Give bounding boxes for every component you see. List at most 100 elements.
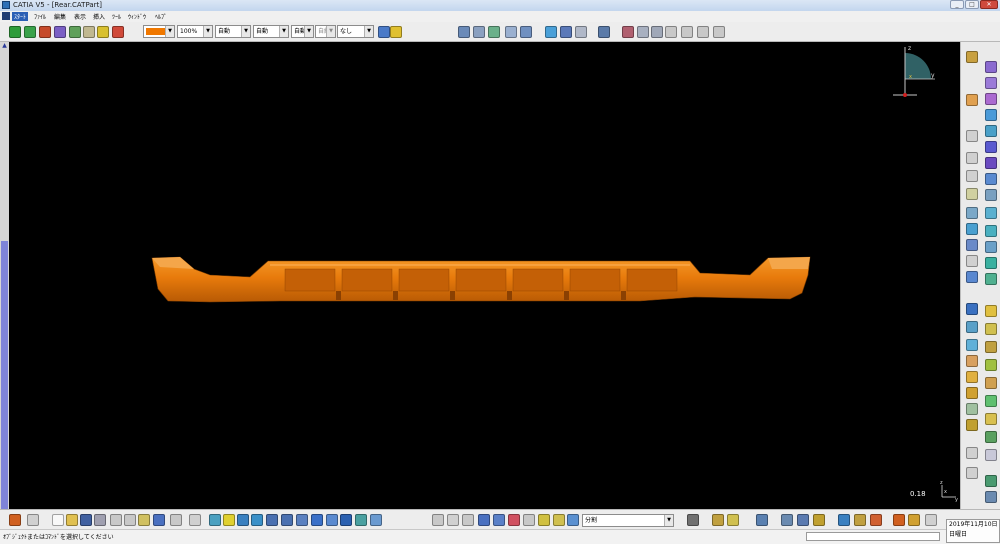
- grid-icon[interactable]: [966, 447, 978, 459]
- undo-icon[interactable]: [153, 514, 165, 526]
- menu-help[interactable]: ﾍﾙﾌﾟ: [155, 12, 167, 21]
- fillet-icon[interactable]: [985, 207, 997, 219]
- analysis-icon[interactable]: [575, 26, 587, 38]
- sketcher-icon[interactable]: [9, 514, 21, 526]
- pattern-icon[interactable]: [985, 413, 997, 425]
- grid-tool-icon[interactable]: [478, 514, 490, 526]
- rear-diffuser-part[interactable]: [150, 255, 812, 310]
- extrude-icon[interactable]: [966, 207, 978, 219]
- zoom-out-icon[interactable]: [281, 514, 293, 526]
- line-icon[interactable]: [966, 170, 978, 182]
- menu-tools[interactable]: ﾂｰﾙ: [112, 12, 121, 21]
- shell-icon[interactable]: [985, 257, 997, 269]
- vertical-scrollbar[interactable]: ▲: [0, 42, 9, 509]
- minimize-button[interactable]: _: [950, 0, 964, 9]
- catalog-icon[interactable]: [622, 26, 634, 38]
- scrollbar-thumb[interactable]: [1, 241, 8, 509]
- move-icon[interactable]: [9, 26, 21, 38]
- plane-tool-icon[interactable]: [966, 188, 978, 200]
- rib-icon[interactable]: [985, 141, 997, 153]
- revolve-icon[interactable]: [966, 223, 978, 235]
- point-symbol-dropdown[interactable]: 自動 ▼: [291, 25, 314, 38]
- swap-visible-icon[interactable]: [370, 514, 382, 526]
- publish-icon[interactable]: [985, 491, 997, 503]
- blend-icon[interactable]: [966, 303, 978, 315]
- tool-palette-icon[interactable]: [687, 514, 699, 526]
- report-icon[interactable]: [756, 514, 768, 526]
- document-icon[interactable]: [2, 12, 10, 20]
- layout-icon[interactable]: [493, 514, 505, 526]
- boolean-icon[interactable]: [966, 419, 978, 431]
- pad-icon[interactable]: [985, 61, 997, 73]
- maximize-button[interactable]: □: [965, 0, 979, 9]
- wrench-icon[interactable]: [908, 514, 920, 526]
- material-icon[interactable]: [567, 514, 579, 526]
- scroll-up-icon[interactable]: ▲: [1, 42, 8, 50]
- trim-icon[interactable]: [985, 341, 997, 353]
- pan-icon[interactable]: [24, 26, 36, 38]
- star-icon[interactable]: [538, 514, 550, 526]
- rule-icon[interactable]: [713, 26, 725, 38]
- sketcher-alt-icon[interactable]: [870, 514, 882, 526]
- draft-icon[interactable]: [985, 241, 997, 253]
- translate-icon[interactable]: [966, 371, 978, 383]
- menu-edit[interactable]: 編集: [54, 12, 66, 21]
- axis-system-icon[interactable]: [27, 514, 39, 526]
- graph-icon[interactable]: [560, 26, 572, 38]
- assemble-icon[interactable]: [985, 431, 997, 443]
- insert-icon[interactable]: [727, 514, 739, 526]
- chamfer-icon[interactable]: [985, 225, 997, 237]
- paste-icon[interactable]: [138, 514, 150, 526]
- menu-file[interactable]: ﾌｧｲﾙ: [34, 12, 46, 21]
- constraint-icon[interactable]: [432, 514, 444, 526]
- measure-icon[interactable]: [83, 26, 95, 38]
- command-input[interactable]: [806, 532, 940, 541]
- thickness-icon[interactable]: [985, 273, 997, 285]
- menu-view[interactable]: 表示: [74, 12, 86, 21]
- loft-icon[interactable]: [985, 189, 997, 201]
- menu-window[interactable]: ｳｨﾝﾄﾞｳ: [128, 12, 146, 21]
- zoom-in-icon[interactable]: [266, 514, 278, 526]
- snap-icon[interactable]: [966, 467, 978, 479]
- knowledge-icon[interactable]: [651, 26, 663, 38]
- measure-item-icon[interactable]: [797, 514, 809, 526]
- shaft-icon[interactable]: [985, 93, 997, 105]
- iso-view-icon[interactable]: [326, 514, 338, 526]
- symmetry-icon[interactable]: [966, 387, 978, 399]
- save-icon[interactable]: [80, 514, 92, 526]
- line-type-dropdown[interactable]: 自動 ▼: [253, 25, 289, 38]
- scan-icon[interactable]: [598, 26, 610, 38]
- rotate-view-icon[interactable]: [251, 514, 263, 526]
- new-file-icon[interactable]: [52, 514, 64, 526]
- color-dropdown[interactable]: ▼: [143, 25, 175, 38]
- hide-show-icon[interactable]: [355, 514, 367, 526]
- redo-icon[interactable]: [170, 514, 182, 526]
- apply-material-icon[interactable]: [985, 475, 997, 487]
- cursor-icon[interactable]: [966, 94, 978, 106]
- axis-icon[interactable]: [473, 26, 485, 38]
- surface-icon[interactable]: [488, 26, 500, 38]
- affinity-icon[interactable]: [966, 403, 978, 415]
- copy-icon[interactable]: [124, 514, 136, 526]
- formula-icon[interactable]: [665, 26, 677, 38]
- repair-icon[interactable]: [112, 26, 124, 38]
- groove-icon[interactable]: [985, 109, 997, 121]
- part-design-icon[interactable]: [966, 51, 978, 63]
- painter-icon[interactable]: [378, 26, 390, 38]
- menu-insert[interactable]: 挿入: [93, 12, 105, 21]
- render-style-dropdown[interactable]: 分割 ▼: [582, 514, 674, 527]
- sketch-icon[interactable]: [54, 26, 66, 38]
- pan-view-icon[interactable]: [237, 514, 249, 526]
- highlight-icon[interactable]: [390, 26, 402, 38]
- law-icon[interactable]: [681, 26, 693, 38]
- fit-all-icon[interactable]: [223, 514, 235, 526]
- check-icon[interactable]: [697, 26, 709, 38]
- open-folder-icon[interactable]: [66, 514, 78, 526]
- catalog-browser-icon[interactable]: [712, 514, 724, 526]
- compass-icon[interactable]: z y x: [891, 43, 941, 101]
- offset-icon[interactable]: [966, 321, 978, 333]
- layer-label-dropdown[interactable]: 自線 ▼: [315, 25, 336, 38]
- scale-icon[interactable]: [985, 395, 997, 407]
- axis-tool-icon[interactable]: [462, 514, 474, 526]
- inertia-icon[interactable]: [813, 514, 825, 526]
